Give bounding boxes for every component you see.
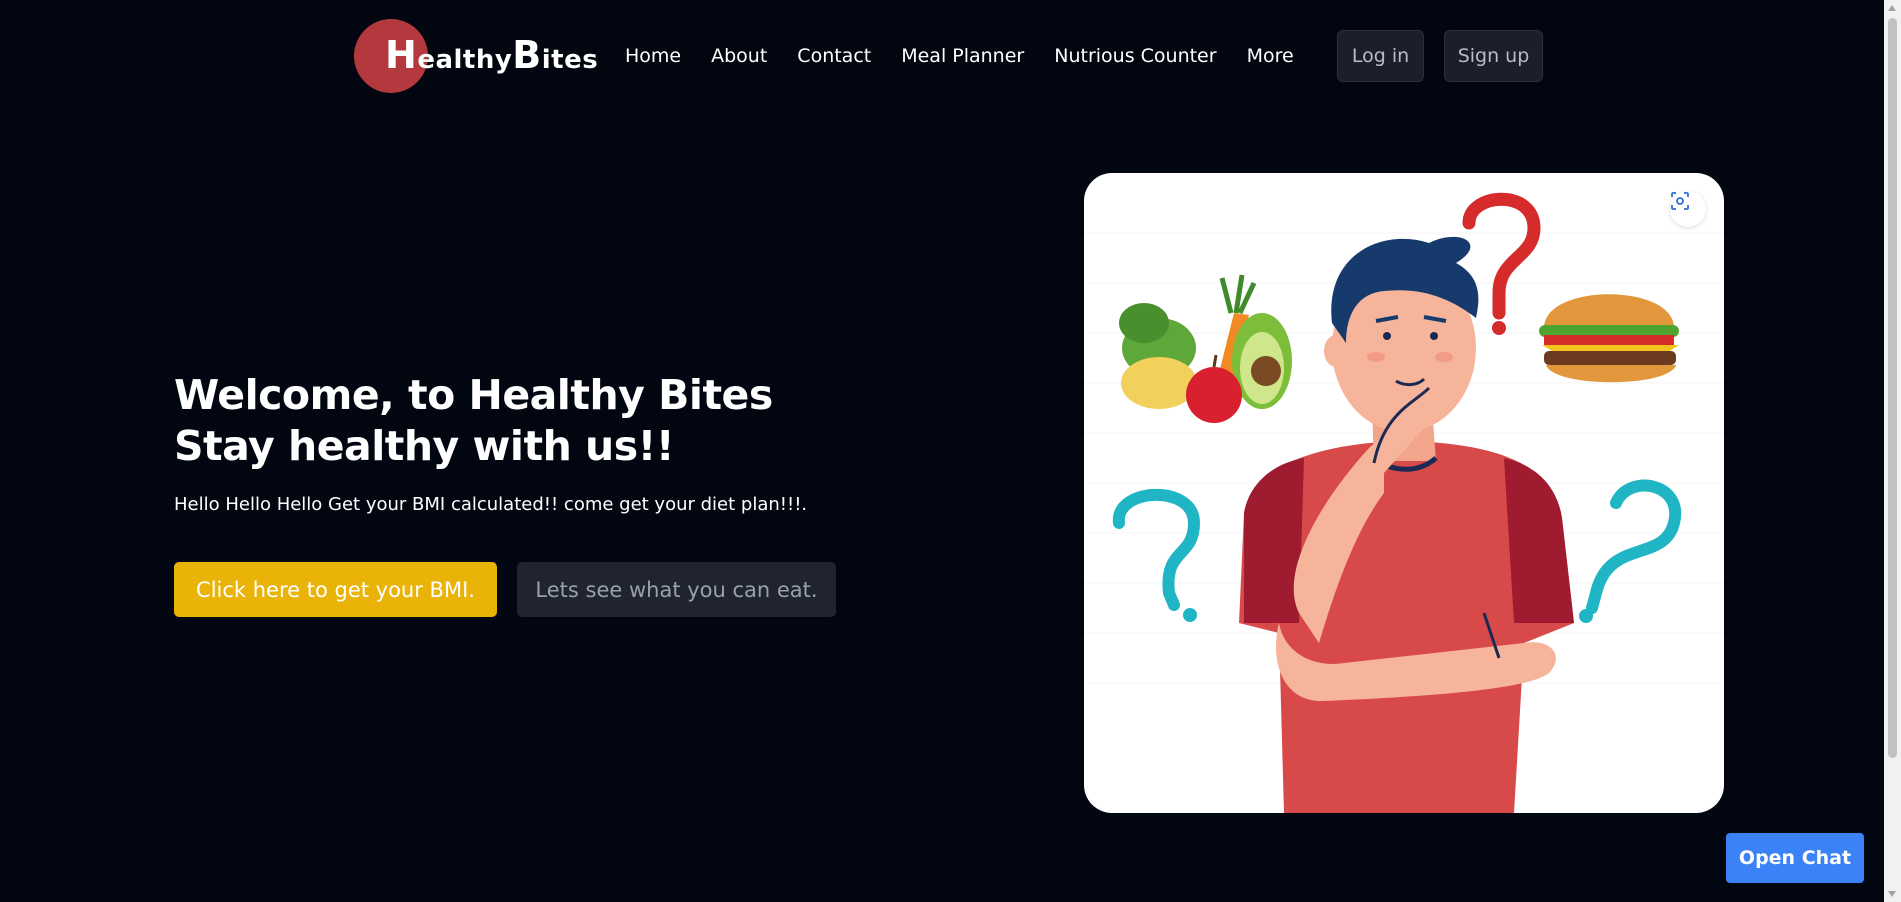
page: HealthyBites Home About Contact Meal Pla… [0,0,1901,902]
salad-icon [1119,274,1292,423]
thinking-man-illustration [1084,192,1724,813]
main-nav: Home About Contact Meal Planner Nutrious… [625,45,1294,67]
nav-contact[interactable]: Contact [797,45,871,67]
thinking-man [1239,236,1574,813]
nav-nutrious-counter[interactable]: Nutrious Counter [1054,45,1216,67]
nav-more[interactable]: More [1247,45,1294,67]
burger-icon [1539,294,1679,383]
logo[interactable]: HealthyBites [354,19,598,93]
question-dot [1492,321,1506,335]
what-to-eat-button[interactable]: Lets see what you can eat. [517,562,836,617]
visual-search-button[interactable] [1670,191,1706,227]
scroll-up-icon[interactable] [1888,5,1896,11]
hero-title-line1: Welcome, to Healthy Bites [174,371,773,419]
hero-title: Welcome, to Healthy Bites Stay healthy w… [174,370,773,472]
signup-button[interactable]: Sign up [1444,30,1543,82]
open-chat-button[interactable]: Open Chat [1726,833,1864,883]
login-button[interactable]: Log in [1337,30,1424,82]
page-scrollbar[interactable] [1884,0,1901,902]
hero-illustration-card [1084,173,1724,813]
hero-title-line2: Stay healthy with us!! [174,422,675,470]
scroll-down-icon[interactable] [1888,891,1896,897]
bmi-button[interactable]: Click here to get your BMI. [174,562,497,617]
nav-home[interactable]: Home [625,45,681,67]
scrollbar-thumb[interactable] [1888,18,1897,758]
question-mark-icon [1112,488,1201,611]
nav-meal-planner[interactable]: Meal Planner [901,45,1024,67]
question-mark-icon [1462,192,1541,320]
logo-text: HealthyBites [385,33,599,77]
scan-icon [1671,192,1689,210]
hero-subtitle: Hello Hello Hello Get your BMI calculate… [174,494,808,515]
nav-about[interactable]: About [711,45,767,67]
question-mark-icon [1586,479,1682,614]
